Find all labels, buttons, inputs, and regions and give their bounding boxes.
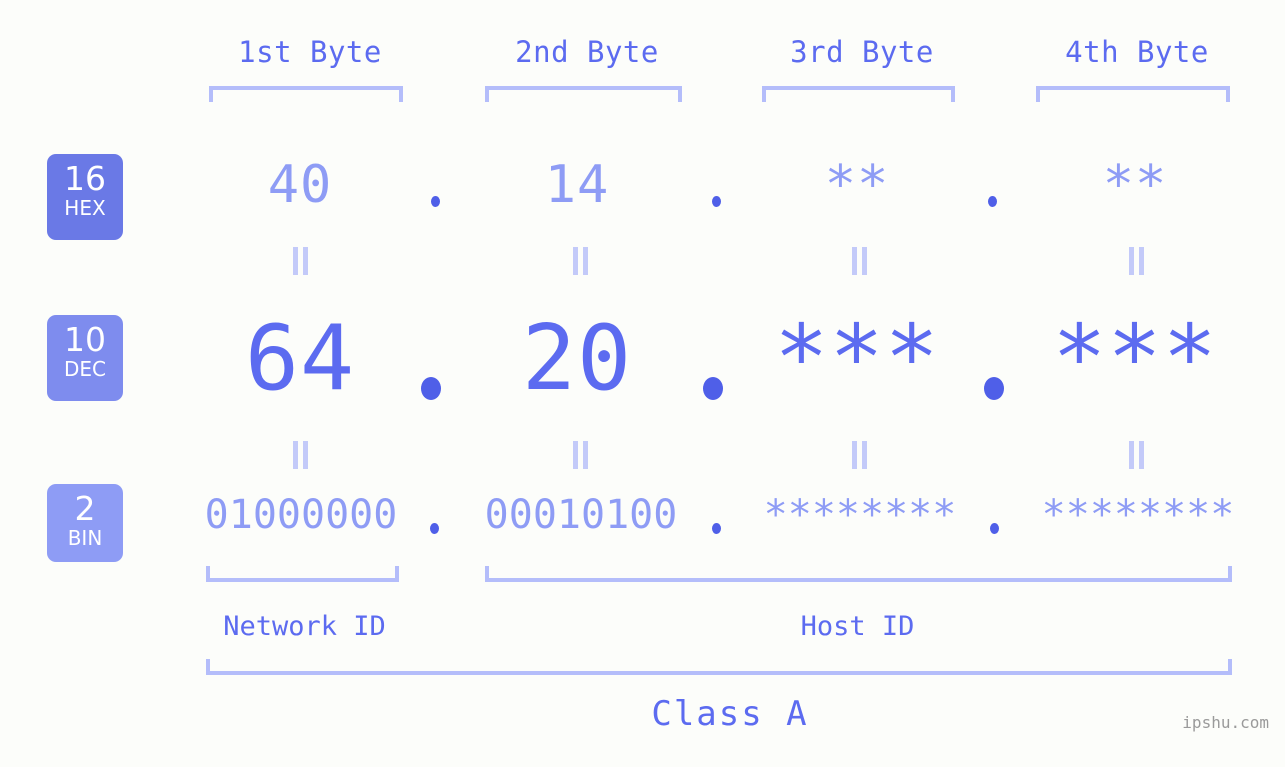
badge-dec: 10 DEC	[47, 315, 123, 401]
bin-byte-1-value: 01000000	[204, 492, 398, 538]
hex-byte-1-value: 40	[267, 155, 333, 215]
hex-byte-4-value: **	[1102, 155, 1168, 215]
bin-byte-4-value: ********	[1041, 492, 1235, 538]
dec-byte-2-value: 20	[521, 306, 633, 411]
dec-separator-dot-3	[984, 377, 1004, 400]
bin-separator-dot-1	[430, 523, 439, 534]
hex-byte-2-value: 14	[544, 155, 610, 215]
hex-separator-dot-2	[712, 196, 721, 207]
dec-byte-4-value: ***	[1052, 306, 1218, 411]
byte-bracket-3	[762, 86, 955, 102]
byte-header-4: 4th Byte	[1065, 35, 1209, 69]
network-id-bracket	[206, 566, 399, 582]
site-watermark: ipshu.com	[1182, 713, 1269, 732]
equals-mark-dec-bin-4	[1125, 441, 1147, 469]
equals-mark-hex-dec-4	[1125, 247, 1147, 275]
byte-header-1: 1st Byte	[238, 35, 382, 69]
host-id-bracket	[485, 566, 1232, 582]
dec-separator-dot-2	[703, 377, 723, 400]
dec-byte-1-value: 64	[244, 306, 356, 411]
byte-bracket-4	[1036, 86, 1230, 102]
byte-bracket-1	[209, 86, 403, 102]
equals-mark-hex-dec-2	[569, 247, 591, 275]
bin-byte-2-value: 00010100	[484, 492, 678, 538]
bin-separator-dot-3	[990, 523, 999, 534]
badge-dec-system: DEC	[63, 357, 106, 381]
badge-bin: 2 BIN	[47, 484, 123, 562]
dec-byte-3-value: ***	[774, 306, 940, 411]
badge-hex-number: 16	[64, 159, 106, 198]
equals-mark-dec-bin-3	[848, 441, 870, 469]
badge-hex: 16 HEX	[47, 154, 123, 240]
badge-hex-system: HEX	[64, 196, 106, 220]
badge-bin-number: 2	[74, 489, 96, 528]
equals-mark-dec-bin-2	[569, 441, 591, 469]
class-bracket	[206, 659, 1232, 675]
class-label: Class A	[651, 694, 809, 734]
host-id-label: Host ID	[800, 611, 915, 642]
bin-byte-3-value: ********	[763, 492, 957, 538]
bin-separator-dot-2	[712, 523, 721, 534]
badge-bin-system: BIN	[67, 526, 103, 550]
hex-byte-3-value: **	[824, 155, 890, 215]
ip-address-breakdown-diagram: 1st Byte 2nd Byte 3rd Byte 4th Byte 16 H…	[0, 0, 1285, 767]
byte-header-3: 3rd Byte	[790, 35, 934, 69]
network-id-label: Network ID	[223, 611, 386, 642]
equals-mark-dec-bin-1	[289, 441, 311, 469]
hex-separator-dot-3	[988, 196, 997, 207]
byte-header-2: 2nd Byte	[515, 35, 659, 69]
equals-mark-hex-dec-1	[289, 247, 311, 275]
byte-bracket-2	[485, 86, 682, 102]
badge-dec-number: 10	[64, 320, 106, 359]
equals-mark-hex-dec-3	[848, 247, 870, 275]
dec-separator-dot-1	[421, 377, 441, 400]
hex-separator-dot-1	[431, 196, 440, 207]
